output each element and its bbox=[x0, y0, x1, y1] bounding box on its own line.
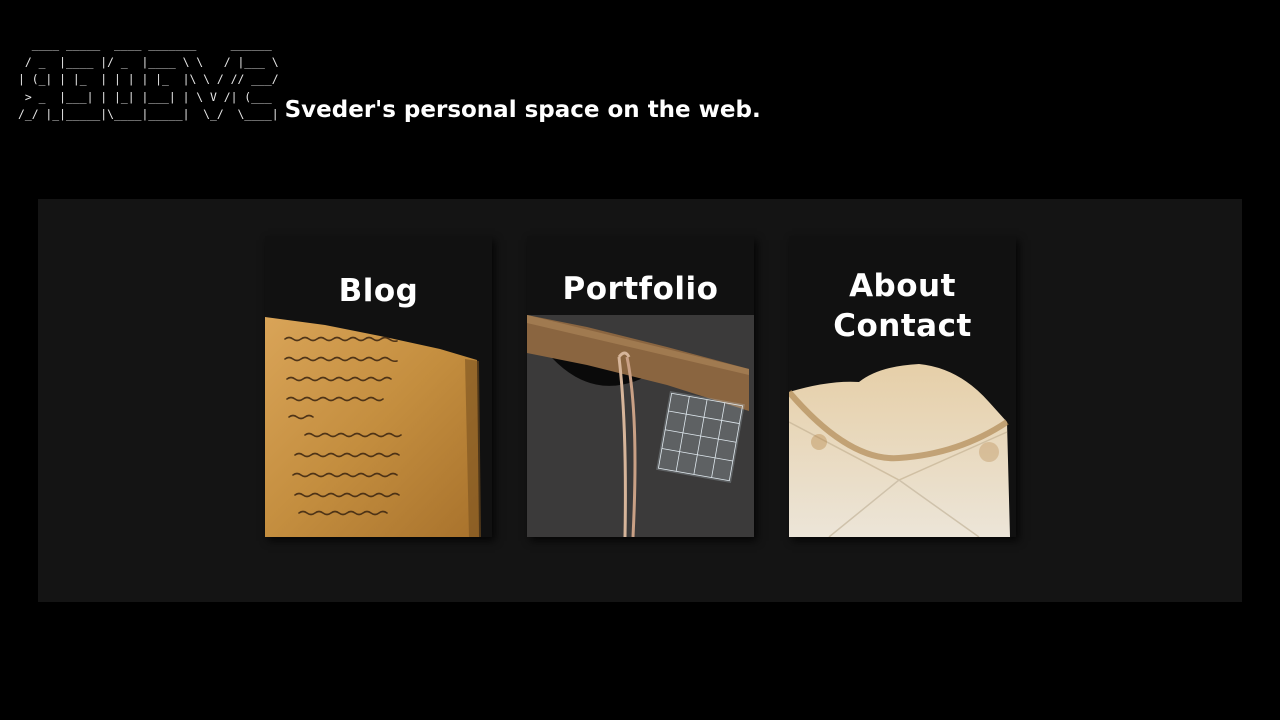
contact-card-title: Contact bbox=[833, 308, 972, 344]
blog-card-link[interactable]: Blog bbox=[265, 236, 492, 537]
about-card-title: About bbox=[849, 268, 956, 304]
navigation-panel: Blog Portfolio About Contact bbox=[38, 199, 1242, 602]
portfolio-card-link[interactable]: Portfolio bbox=[527, 236, 754, 537]
about-contact-card-link[interactable]: About Contact bbox=[789, 236, 1016, 537]
ascii-art-logo: ____ _____ ____ _______ ______ / _ |____… bbox=[18, 37, 279, 121]
site-header: ____ _____ ____ _______ ______ / _ |____… bbox=[18, 36, 761, 124]
site-tagline: Sveder's personal space on the web. bbox=[284, 96, 761, 123]
folder-document-icon bbox=[527, 315, 754, 537]
blog-card-title: Blog bbox=[338, 273, 419, 309]
envelope-icon bbox=[789, 364, 1010, 537]
scroll-manuscript-icon bbox=[265, 317, 481, 537]
portfolio-card-title: Portfolio bbox=[562, 271, 719, 307]
